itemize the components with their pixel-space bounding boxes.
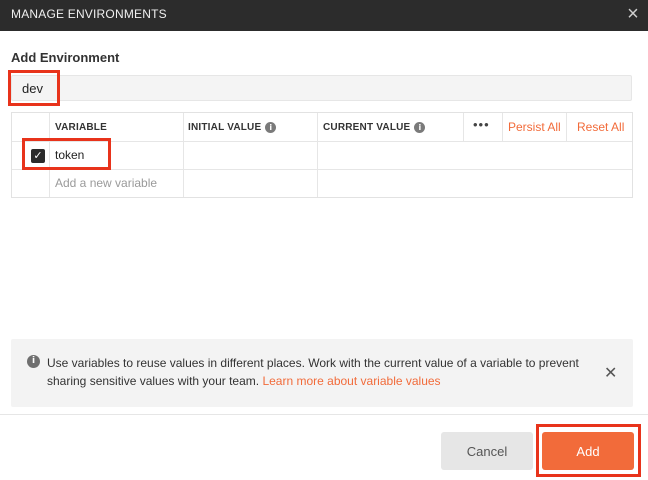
info-message: Use variables to reuse values in differe… — [47, 354, 587, 390]
info-icon: i — [27, 355, 40, 368]
close-icon[interactable]: × — [622, 3, 644, 25]
learn-more-link[interactable]: Learn more about variable values — [262, 374, 440, 388]
column-header-initial-value: INITIAL VALUE i — [188, 122, 277, 134]
cancel-button[interactable]: Cancel — [441, 432, 533, 470]
column-divider — [317, 113, 318, 197]
dismiss-icon[interactable]: ✕ — [604, 363, 617, 383]
environment-name-input[interactable] — [11, 75, 632, 101]
column-divider — [49, 113, 50, 197]
reset-all-link[interactable]: Reset All — [577, 120, 624, 134]
persist-all-link[interactable]: Persist All — [508, 120, 561, 134]
dialog-title: MANAGE ENVIRONMENTS — [11, 7, 167, 21]
section-title: Add Environment — [11, 50, 120, 65]
column-header-current-value: CURRENT VALUE i — [323, 122, 426, 134]
variable-name-cell[interactable]: token — [55, 148, 84, 162]
column-header-variable: VARIABLE — [55, 122, 107, 133]
title-bar: MANAGE ENVIRONMENTS × — [0, 0, 648, 31]
column-divider — [502, 113, 503, 141]
info-banner: i Use variables to reuse values in diffe… — [11, 339, 633, 407]
table-header-divider — [12, 141, 632, 142]
footer-divider — [0, 414, 648, 415]
variables-table: VARIABLE INITIAL VALUE i CURRENT VALUE i •… — [11, 112, 633, 198]
column-divider — [183, 113, 184, 197]
info-icon[interactable]: i — [414, 122, 426, 133]
column-header-initial-value-label: INITIAL VALUE — [188, 122, 262, 134]
table-row-divider — [12, 169, 632, 170]
column-divider — [566, 113, 567, 141]
column-header-current-value-label: CURRENT VALUE — [323, 122, 411, 134]
variable-enabled-checkbox[interactable]: ✓ — [31, 149, 45, 163]
info-icon[interactable]: i — [265, 122, 277, 133]
more-options-icon[interactable]: ••• — [473, 117, 490, 132]
add-button[interactable]: Add — [542, 432, 634, 470]
new-variable-input[interactable]: Add a new variable — [55, 176, 157, 190]
column-divider — [463, 113, 464, 141]
